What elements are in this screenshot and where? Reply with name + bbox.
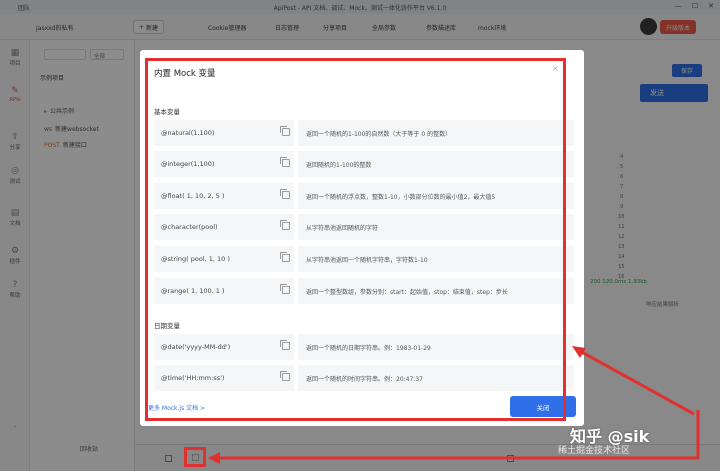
annotation-frame: [145, 58, 566, 421]
watermark-sub: 稀土掘金技术社区: [558, 446, 631, 456]
annotation-highlight: [184, 447, 206, 467]
mock-variables-icon[interactable]: [192, 454, 199, 461]
